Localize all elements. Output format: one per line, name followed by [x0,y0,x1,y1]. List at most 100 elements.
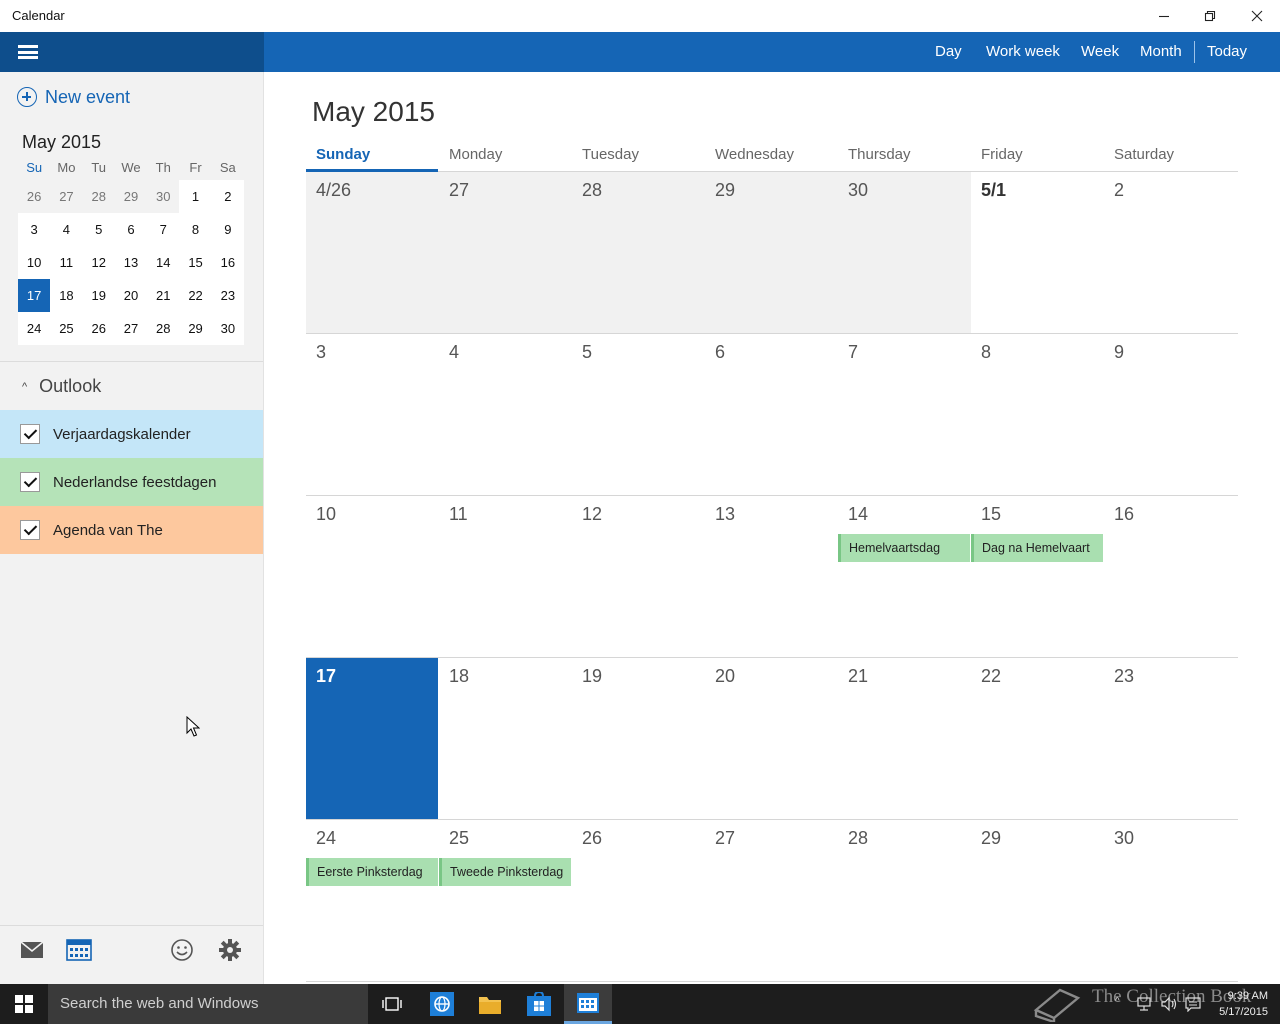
browser-icon[interactable] [418,984,466,1024]
mini-day[interactable]: 23 [211,279,244,312]
mail-icon[interactable] [18,936,46,964]
clock[interactable]: 9:39 AM 5/17/2015 [1219,988,1268,1020]
mini-day[interactable]: 30 [147,180,180,213]
day-cell[interactable]: 25 [439,820,572,981]
mini-day[interactable]: 4 [50,213,83,246]
day-cell[interactable]: 5 [572,334,705,495]
day-cell[interactable]: 22 [971,658,1104,819]
day-cell[interactable]: 6 [705,334,838,495]
day-cell[interactable]: 11 [439,496,572,657]
store-icon[interactable] [515,984,563,1024]
mini-day[interactable]: 12 [82,246,115,279]
mini-day[interactable]: 20 [114,279,148,312]
checkbox-checked[interactable] [20,424,40,444]
day-cell[interactable]: 23 [1104,658,1238,819]
day-cell[interactable]: 2 [1104,172,1238,333]
day-cell[interactable]: 26 [572,820,705,981]
day-cell[interactable]: 30 [838,172,971,333]
day-cell[interactable]: 24 [306,820,439,981]
mini-day[interactable]: 19 [82,279,115,312]
settings-gear-icon[interactable] [216,936,244,964]
mini-day[interactable]: 7 [147,213,180,246]
file-explorer-icon[interactable] [466,984,514,1024]
event-dag-na-hemelvaart[interactable]: Dag na Hemelvaart [971,534,1103,562]
chevron-up-tray-icon[interactable]: ^ [1115,996,1120,1007]
day-cell[interactable]: 12 [572,496,705,657]
day-cell[interactable]: 15 [971,496,1104,657]
day-cell[interactable]: 29 [971,820,1104,981]
mini-day[interactable]: 30 [211,312,244,345]
mini-day[interactable]: 29 [114,180,148,213]
event-hemelvaartsdag[interactable]: Hemelvaartsdag [838,534,970,562]
start-button[interactable] [0,984,48,1024]
view-day-button[interactable]: Day [935,32,962,72]
mini-day[interactable]: 10 [18,246,51,279]
mini-day[interactable]: 3 [18,213,51,246]
mini-day[interactable]: 9 [211,213,244,246]
today-button[interactable]: Today [1207,32,1247,72]
day-cell[interactable]: 14 [838,496,971,657]
mini-day[interactable]: 1 [179,180,212,213]
mini-day[interactable]: 26 [82,312,115,345]
view-month-button[interactable]: Month [1140,32,1182,72]
mini-day[interactable]: 27 [50,180,83,213]
calendar-item-agenda-van-the[interactable]: Agenda van The [0,506,263,554]
day-cell[interactable]: 30 [1104,820,1238,981]
day-cell[interactable]: 4 [439,334,572,495]
mini-day[interactable]: 8 [179,213,212,246]
new-event-button[interactable]: New event [16,84,130,110]
day-cell[interactable]: 21 [838,658,971,819]
day-cell[interactable]: 7 [838,334,971,495]
calendar-item-nederlandse-feestdagen[interactable]: Nederlandse feestdagen [0,458,263,506]
mini-day[interactable]: 28 [147,312,180,345]
volume-icon[interactable] [1160,996,1178,1017]
mini-day[interactable]: 14 [147,246,180,279]
minimize-button[interactable] [1141,0,1187,32]
mini-day[interactable]: 24 [18,312,51,345]
taskbar-search-box[interactable]: Search the web and Windows [48,984,368,1024]
day-cell[interactable]: 5/1 [971,172,1104,333]
mini-day[interactable]: 26 [18,180,51,213]
hamburger-menu-icon[interactable] [16,42,40,62]
mini-day[interactable]: 27 [114,312,148,345]
day-cell[interactable]: 28 [838,820,971,981]
mini-day[interactable]: 25 [50,312,83,345]
mini-day[interactable]: 18 [50,279,83,312]
day-cell[interactable]: 27 [705,820,838,981]
day-cell[interactable]: 8 [971,334,1104,495]
mini-day-today[interactable]: 17 [18,279,51,312]
day-cell[interactable]: 4/26 [306,172,439,333]
mini-calendar-title[interactable]: May 2015 [22,132,101,153]
event-eerste-pinksterdag[interactable]: Eerste Pinksterdag [306,858,438,886]
action-center-icon[interactable] [1185,996,1201,1017]
mini-day[interactable]: 15 [179,246,212,279]
day-cell[interactable]: 19 [572,658,705,819]
task-view-icon[interactable] [368,984,416,1024]
mini-day[interactable]: 22 [179,279,212,312]
day-cell[interactable]: 27 [439,172,572,333]
day-cell[interactable]: 18 [439,658,572,819]
calendar-app-taskbar-icon[interactable] [564,984,612,1024]
day-cell[interactable]: 13 [705,496,838,657]
mini-day[interactable]: 13 [114,246,148,279]
day-cell-today[interactable]: 17 [306,658,438,819]
checkbox-checked[interactable] [20,520,40,540]
mini-day[interactable]: 28 [82,180,115,213]
account-header-outlook[interactable]: ^ Outlook [22,376,101,397]
day-cell[interactable]: 16 [1104,496,1238,657]
mini-day[interactable]: 2 [211,180,244,213]
day-cell[interactable]: 28 [572,172,705,333]
calendar-icon[interactable] [65,936,93,964]
checkbox-checked[interactable] [20,472,40,492]
view-week-button[interactable]: Week [1081,32,1119,72]
close-button[interactable] [1234,0,1280,32]
network-icon[interactable] [1136,996,1152,1017]
mini-day[interactable]: 11 [50,246,83,279]
mini-day[interactable]: 21 [147,279,180,312]
mini-day[interactable]: 29 [179,312,212,345]
day-cell[interactable]: 10 [306,496,439,657]
event-tweede-pinksterdag[interactable]: Tweede Pinksterdag [439,858,571,886]
view-work-week-button[interactable]: Work week [986,32,1060,72]
mini-day[interactable]: 5 [82,213,115,246]
mini-day[interactable]: 6 [114,213,148,246]
